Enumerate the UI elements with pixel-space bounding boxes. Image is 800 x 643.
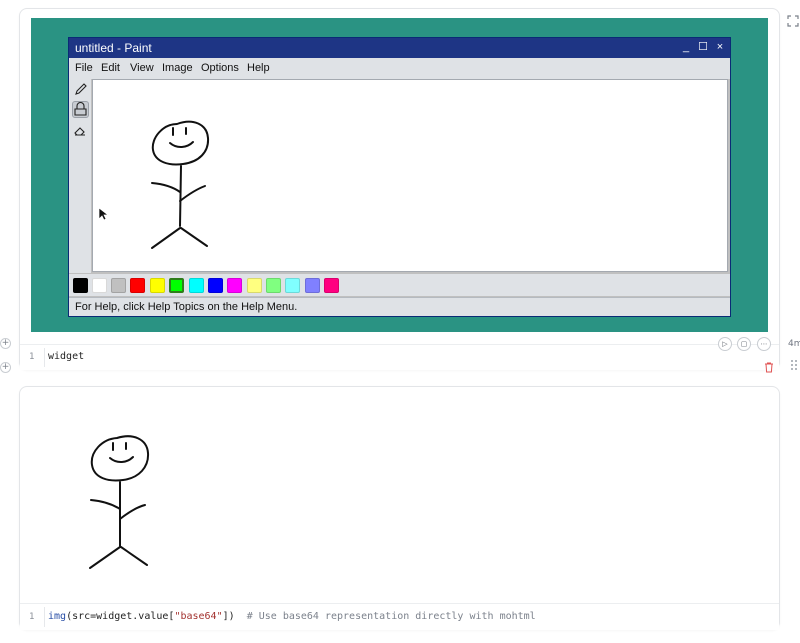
code-function: img — [48, 611, 67, 622]
maximize-button[interactable]: ☐ — [696, 40, 710, 55]
menu-options[interactable]: Options — [201, 62, 239, 74]
gutter-divider — [44, 607, 45, 627]
trash-icon[interactable] — [764, 358, 774, 373]
code-line[interactable]: img(src=widget.value["base64"]) # Use ba… — [48, 611, 536, 622]
minimize-button[interactable]: _ — [679, 40, 693, 55]
plus-icon[interactable]: + — [0, 362, 11, 373]
tool-bar — [69, 79, 91, 273]
eraser-icon[interactable] — [72, 122, 89, 139]
execution-time: 4m — [788, 339, 800, 349]
code-string: "base64" — [174, 611, 223, 622]
stop-icon[interactable]: ▢ — [737, 337, 751, 351]
line-number: 1 — [29, 612, 35, 622]
code-editor-1[interactable]: 1 widget — [20, 344, 779, 370]
play-icon[interactable]: ▷ — [718, 337, 732, 351]
output-image — [60, 420, 200, 580]
drag-handle-icon[interactable] — [790, 356, 798, 370]
color-swatch-green[interactable] — [169, 278, 184, 293]
plus-icon[interactable]: + — [0, 338, 11, 349]
status-text: For Help, click Help Topics on the Help … — [75, 301, 298, 313]
paint-bucket-icon[interactable] — [72, 101, 89, 118]
color-swatch-light-yellow[interactable] — [247, 278, 262, 293]
paint-titlebar: untitled - Paint _ ☐ × — [69, 38, 730, 58]
window-title: untitled - Paint — [75, 41, 152, 55]
menu-image[interactable]: Image — [162, 62, 193, 74]
close-button[interactable]: × — [713, 40, 727, 55]
color-swatch-magenta[interactable] — [227, 278, 242, 293]
color-palette — [69, 274, 730, 296]
color-swatch-blue[interactable] — [208, 278, 223, 293]
pencil-icon[interactable] — [72, 81, 89, 98]
code-editor-2[interactable]: 1 img(src=widget.value["base64"]) # Use … — [20, 603, 779, 630]
color-swatch-yellow[interactable] — [150, 278, 165, 293]
more-icon[interactable]: ⋯ — [757, 337, 771, 351]
color-swatch-light-cyan[interactable] — [285, 278, 300, 293]
expand-icon[interactable] — [786, 13, 800, 27]
color-swatch-cyan[interactable] — [189, 278, 204, 293]
line-number: 1 — [29, 352, 35, 362]
color-swatch-white[interactable] — [92, 278, 107, 293]
code-comment: # Use base64 representation directly wit… — [246, 611, 536, 622]
menu-help[interactable]: Help — [247, 62, 270, 74]
status-bar: For Help, click Help Topics on the Help … — [69, 297, 730, 316]
color-swatch-light-blue[interactable] — [305, 278, 320, 293]
color-swatch-gray[interactable] — [111, 278, 126, 293]
drawing-canvas[interactable] — [92, 79, 728, 272]
code-close: ]) — [222, 611, 235, 622]
color-swatch-red[interactable] — [130, 278, 145, 293]
code-args: (src=widget.value[ — [66, 611, 175, 622]
color-swatch-light-green[interactable] — [266, 278, 281, 293]
code-line[interactable]: widget — [48, 351, 84, 362]
color-swatch-pink[interactable] — [324, 278, 339, 293]
color-swatch-black[interactable] — [73, 278, 88, 293]
menu-bar: File Edit View Image Options Help — [69, 58, 730, 79]
menu-edit[interactable]: Edit — [101, 62, 120, 74]
gutter-divider — [44, 348, 45, 367]
menu-view[interactable]: View — [130, 62, 154, 74]
menu-file[interactable]: File — [75, 62, 93, 74]
